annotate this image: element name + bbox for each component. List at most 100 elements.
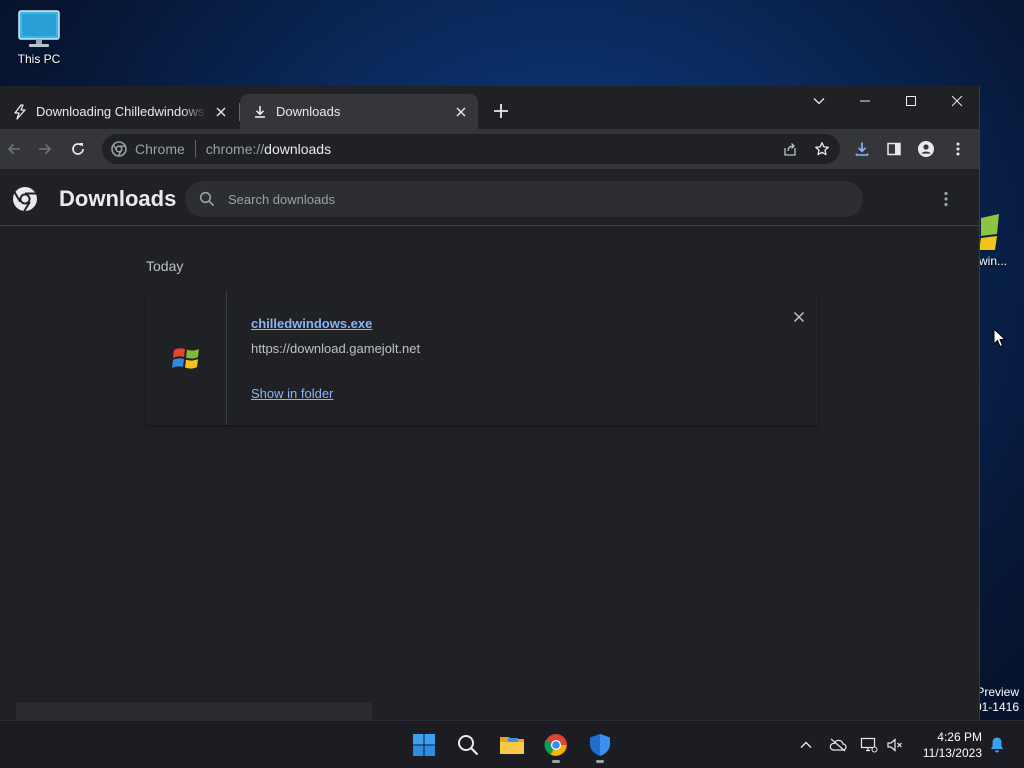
lightning-icon <box>12 103 28 120</box>
site-info-chip[interactable]: Chrome <box>111 141 185 157</box>
file-explorer-icon <box>499 733 525 757</box>
url-text[interactable]: chrome://downloads <box>206 141 331 157</box>
download-item-icon-column <box>146 291 227 425</box>
desktop-icon-label: This PC <box>17 52 61 66</box>
browser-window: Downloading Chilledwindows.exe Downloads <box>0 86 980 720</box>
maximize-button[interactable] <box>888 86 934 116</box>
side-panel-icon <box>886 141 902 157</box>
download-source-url: https://download.gamejolt.net <box>251 341 421 356</box>
network-button[interactable] <box>859 735 879 755</box>
url-host: downloads <box>264 141 332 157</box>
volume-button[interactable] <box>885 735 905 755</box>
new-tab-button[interactable] <box>490 100 512 122</box>
show-in-folder-link[interactable]: Show in folder <box>251 386 333 401</box>
tab-strip: Downloading Chilledwindows.exe Downloads <box>0 86 979 129</box>
windows-flag-icon <box>979 212 1001 252</box>
back-button[interactable] <box>2 137 26 161</box>
watermark-line: 01-1416 <box>974 700 1019 714</box>
monitor-icon <box>17 9 61 49</box>
clock-time: 4:26 PM <box>937 730 982 744</box>
start-button[interactable] <box>408 729 440 761</box>
download-file-name-link[interactable]: chilledwindows.exe <box>251 316 372 331</box>
share-button[interactable] <box>778 137 802 161</box>
browser-toolbar: Chrome chrome://downloads <box>0 129 979 169</box>
chevron-up-icon <box>799 738 813 752</box>
tab-title: Downloading Chilledwindows.exe <box>36 104 207 119</box>
minimize-button[interactable] <box>842 86 888 116</box>
running-indicator <box>552 760 560 763</box>
share-icon <box>782 141 798 157</box>
close-window-button[interactable] <box>934 86 979 116</box>
onedrive-button[interactable] <box>828 735 848 755</box>
windows-flag-icon <box>171 342 203 374</box>
download-icon <box>854 141 870 157</box>
minimize-icon <box>859 95 871 107</box>
omnibox-separator <box>194 140 196 158</box>
notifications-button[interactable] <box>987 735 1007 755</box>
taskbar-search-button[interactable] <box>452 729 484 761</box>
defender-button[interactable] <box>584 729 616 761</box>
forward-button[interactable] <box>33 137 57 161</box>
star-icon <box>814 141 830 157</box>
start-icon <box>412 733 436 757</box>
watermark-text: Preview 01-1416 <box>975 685 1019 715</box>
downloads-header: Downloads <box>0 169 979 226</box>
maximize-icon <box>905 95 917 107</box>
url-scheme: chrome:// <box>205 141 265 157</box>
search-input[interactable] <box>226 190 830 208</box>
taskbar: 4:26 PM 11/13/2023 <box>0 720 1024 768</box>
tab-downloading[interactable]: Downloading Chilledwindows.exe <box>0 94 238 129</box>
more-actions-button[interactable] <box>936 189 956 209</box>
side-panel-button[interactable] <box>882 137 906 161</box>
network-icon <box>860 737 878 753</box>
close-tab-icon[interactable] <box>453 104 469 120</box>
more-vertical-icon <box>950 141 966 157</box>
arrow-left-icon <box>6 141 22 157</box>
close-icon <box>791 309 807 325</box>
mouse-cursor-icon <box>993 328 1007 348</box>
close-icon <box>951 95 963 107</box>
remove-download-button[interactable] <box>791 309 807 325</box>
horizontal-scrollbar[interactable] <box>16 702 372 720</box>
arrow-right-icon <box>37 141 53 157</box>
reload-button[interactable] <box>66 137 90 161</box>
page-title: Downloads <box>59 186 177 211</box>
show-hidden-icons-button[interactable] <box>796 735 816 755</box>
tab-search-button[interactable] <box>796 86 842 116</box>
bookmark-button[interactable] <box>810 137 834 161</box>
chrome-icon <box>544 733 568 757</box>
search-icon <box>456 733 480 757</box>
profile-icon <box>917 140 935 158</box>
watermark-line: Preview <box>976 685 1019 699</box>
search-icon <box>199 191 215 207</box>
desktop-icon-label: win... <box>979 254 1008 268</box>
downloads-page: Downloads Today <box>0 169 979 720</box>
desktop-icon-this-pc[interactable]: This PC <box>7 9 71 66</box>
cloud-off-icon <box>829 738 847 752</box>
bell-icon <box>989 736 1005 754</box>
defender-icon <box>588 733 612 757</box>
desktop-icon-partial[interactable]: win... <box>979 208 1024 270</box>
chrome-taskbar-button[interactable] <box>540 729 572 761</box>
downloads-button[interactable] <box>850 137 874 161</box>
running-indicator <box>596 760 604 763</box>
reload-icon <box>70 141 86 157</box>
more-vertical-icon <box>936 189 956 209</box>
clock-date: 11/13/2023 <box>922 746 982 760</box>
taskbar-clock[interactable]: 4:26 PM 11/13/2023 <box>912 729 982 761</box>
site-chip-label: Chrome <box>135 141 185 157</box>
download-icon <box>252 104 268 120</box>
date-section-label: Today <box>146 258 184 274</box>
chevron-down-icon <box>812 94 826 108</box>
address-bar[interactable]: Chrome chrome://downloads <box>102 134 840 164</box>
search-box[interactable] <box>185 181 863 217</box>
tab-title: Downloads <box>276 104 341 119</box>
profile-button[interactable] <box>914 137 938 161</box>
file-explorer-button[interactable] <box>496 729 528 761</box>
chrome-logo-icon <box>12 186 38 212</box>
chrome-logo-icon <box>111 141 127 157</box>
close-tab-icon[interactable] <box>213 104 229 120</box>
menu-button[interactable] <box>946 137 970 161</box>
tab-downloads[interactable]: Downloads <box>240 94 478 129</box>
download-item: chilledwindows.exe https://download.game… <box>146 291 818 425</box>
